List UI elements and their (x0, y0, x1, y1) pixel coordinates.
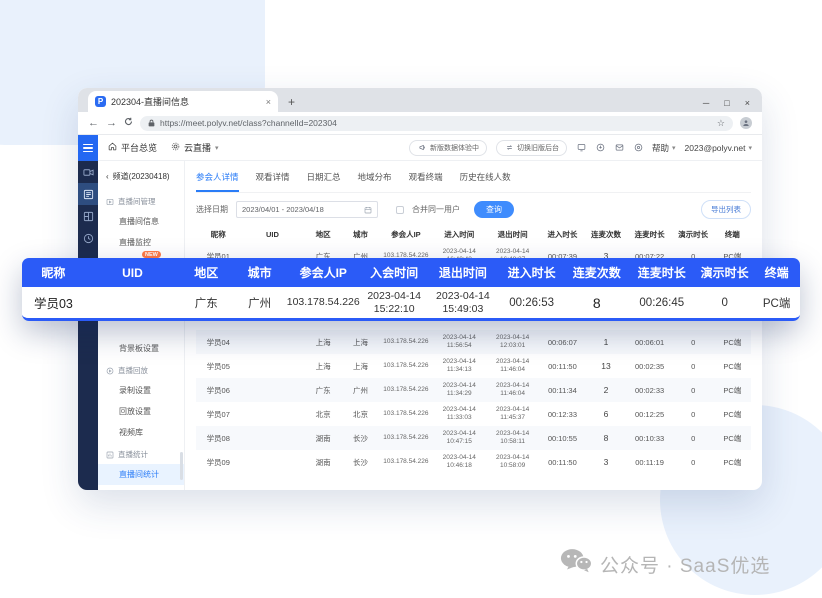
tab-region-distribution[interactable]: 地域分布 (358, 171, 392, 192)
nav-product-switcher[interactable]: 云直播 ▾ (171, 141, 219, 154)
tab-history-online[interactable]: 历史在线人数 (460, 171, 511, 192)
sidebar-item-background[interactable]: 背景板设置 (98, 338, 184, 359)
tab-title: 202304-直播间信息 (111, 95, 261, 108)
sidebar-item-room-info[interactable]: 直播间信息 (98, 211, 184, 232)
merge-user-label: 合并同一用户 (412, 204, 460, 215)
switch-old-version-button[interactable]: 切换旧版后台 (496, 140, 567, 156)
table-row: 学员05上海上海103.178.54.2262023-04-14 11:34:1… (196, 354, 751, 378)
chevron-down-icon: ▾ (215, 144, 219, 152)
table-header: 昵称UID地区城市参会人IP进入时间退出时间进入时长连麦次数连麦时长演示时长终端 (196, 225, 751, 244)
sidebar-item-session-statistics[interactable]: 场次统计 (98, 485, 184, 490)
url-bar[interactable]: https://meet.polyv.net/class?channelId=2… (140, 116, 733, 131)
app-header: 平台总览 云直播 ▾ 新版数据体验中 切换旧版后台 (98, 135, 762, 161)
callout-header: 昵称UID地区城市参会人IP入会时间退出时间进入时长连麦次数连麦时长演示时长终端 (22, 258, 800, 287)
sidebar-item-playback-settings[interactable]: 回放设置 (98, 401, 184, 422)
date-range-input[interactable]: 2023/04/01 - 2023/04/18 (236, 201, 378, 218)
query-button[interactable]: 查询 (474, 201, 514, 218)
polyv-favicon-icon: P (95, 96, 106, 107)
sidebar-scrollbar[interactable] (180, 452, 183, 480)
lock-icon (148, 114, 155, 132)
forward-icon[interactable]: → (106, 118, 117, 129)
tab-close-icon[interactable]: × (266, 97, 271, 107)
profile-avatar[interactable] (740, 117, 752, 129)
bookmark-star-icon[interactable]: ☆ (717, 118, 725, 129)
gear-icon (171, 142, 180, 153)
list-icon[interactable] (78, 183, 98, 205)
maximize-button[interactable]: □ (724, 98, 729, 108)
download-icon[interactable] (595, 143, 605, 153)
wechat-icon (560, 548, 592, 580)
browser-tabstrip: P 202304-直播间信息 × + ─ □ × (78, 88, 762, 112)
magnified-row-callout: 昵称UID地区城市参会人IP入会时间退出时间进入时长连麦次数连麦时长演示时长终端… (22, 258, 800, 321)
megaphone-icon (417, 143, 427, 153)
group-playback: 直播回放 (98, 359, 184, 380)
sidebar-item-live-monitor[interactable]: 直播监控 (98, 232, 184, 253)
table-row: 学员07北京北京103.178.54.2262023-04-14 11:33:0… (196, 402, 751, 426)
close-button[interactable]: × (745, 98, 750, 108)
monitor-icon[interactable] (576, 143, 586, 153)
date-label: 选择日期 (196, 204, 228, 215)
hamburger-menu-icon[interactable] (78, 135, 98, 161)
sidebar-item-room-statistics[interactable]: 直播间统计 (98, 464, 184, 485)
export-list-button[interactable]: 导出列表 (701, 200, 751, 219)
swap-icon (504, 143, 514, 153)
callout-row: 学员03广东广州103.178.54.2262023-04-14 15:22:1… (22, 287, 800, 318)
detail-tabs: 参会人详情 观看详情 日期汇总 地域分布 观看终端 历史在线人数 (196, 161, 751, 193)
watermark: 公众号 · SaaS优选 (560, 548, 770, 580)
chevron-down-icon: ▾ (672, 144, 676, 152)
layout-icon[interactable] (78, 205, 98, 227)
table-row: 学员09湖南长沙103.178.54.2262023-04-14 10:46:1… (196, 450, 751, 474)
new-tab-button[interactable]: + (288, 95, 295, 112)
account-menu[interactable]: 2023@polyv.net▾ (685, 143, 752, 153)
help-menu[interactable]: 帮助▾ (652, 142, 676, 154)
table-row: 学员04上海上海103.178.54.2262023-04-14 11:56:5… (196, 330, 751, 354)
tab-participant-details[interactable]: 参会人详情 (196, 171, 239, 192)
calendar-icon (364, 201, 372, 219)
page: P 202304-直播间信息 × + ─ □ × ← → https://mee… (0, 0, 822, 598)
tab-view-terminal[interactable]: 观看终端 (409, 171, 443, 192)
browser-tab[interactable]: P 202304-直播间信息 × (88, 91, 278, 112)
sidebar-item-record-settings[interactable]: 录制设置 (98, 380, 184, 401)
chevron-left-icon: ‹ (106, 172, 109, 181)
service-icon[interactable] (633, 143, 643, 153)
nav-platform-overview[interactable]: 平台总览 (108, 141, 157, 154)
filter-bar: 选择日期 2023/04/01 - 2023/04/18 合并同一用户 查询 导… (196, 200, 751, 219)
window-controls: ─ □ × (703, 98, 762, 112)
sidebar: ‹频道(20230418) 直播间管理 直播间信息 直播监控 页面装修NEW 背… (98, 161, 185, 490)
camera-icon[interactable] (78, 161, 98, 183)
group-statistics: 直播统计 (98, 443, 184, 464)
home-icon (108, 142, 117, 153)
tab-date-summary[interactable]: 日期汇总 (307, 171, 341, 192)
new-version-banner-button[interactable]: 新版数据体验中 (409, 140, 487, 156)
chevron-down-icon: ▾ (748, 144, 752, 152)
back-icon[interactable]: ← (88, 118, 99, 129)
new-badge: NEW (142, 251, 161, 258)
group-live-manage: 直播间管理 (98, 190, 184, 211)
tab-view-details[interactable]: 观看详情 (256, 171, 290, 192)
history-icon[interactable] (78, 227, 98, 249)
channel-back[interactable]: ‹频道(20230418) (98, 169, 184, 190)
browser-toolbar: ← → https://meet.polyv.net/class?channel… (78, 112, 762, 135)
main-content: 参会人详情 观看详情 日期汇总 地域分布 观看终端 历史在线人数 选择日期 20… (185, 161, 762, 490)
merge-user-checkbox[interactable] (396, 206, 404, 214)
table-row: 学员06广东广州103.178.54.2262023-04-14 11:34:2… (196, 378, 751, 402)
url-text: https://meet.polyv.net/class?channelId=2… (160, 118, 712, 128)
table-row: 学员08湖南长沙103.178.54.2262023-04-14 10:47:1… (196, 426, 751, 450)
refresh-icon[interactable] (124, 117, 133, 129)
mail-icon[interactable] (614, 143, 624, 153)
minimize-button[interactable]: ─ (703, 98, 709, 108)
sidebar-item-video-library[interactable]: 视频库 (98, 422, 184, 443)
